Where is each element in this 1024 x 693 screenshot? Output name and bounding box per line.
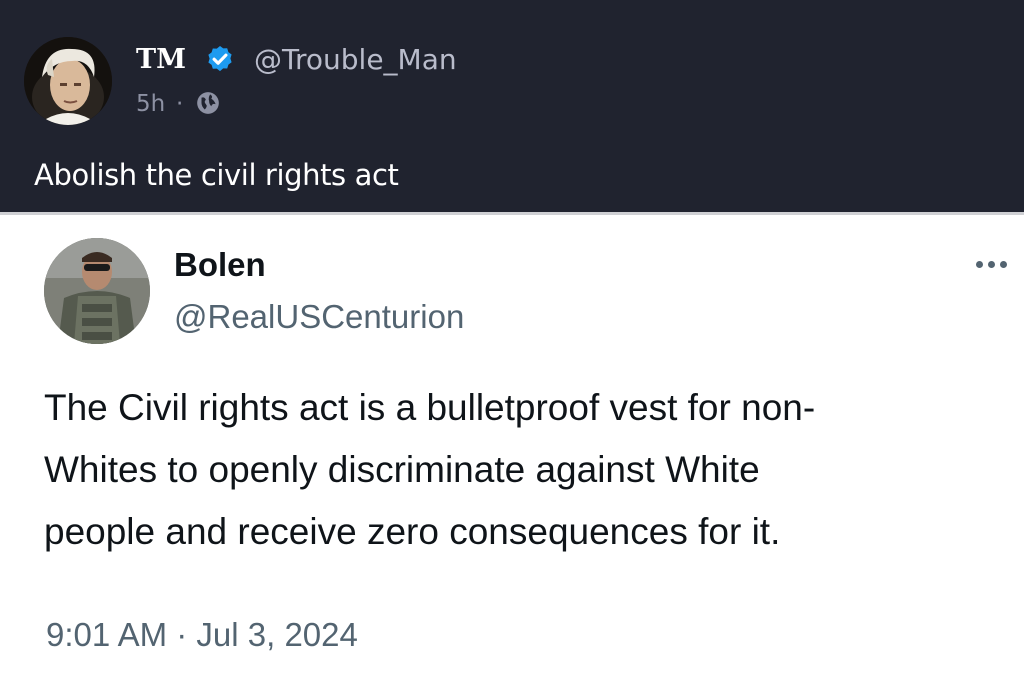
avatar-photo xyxy=(44,238,150,344)
screenshot-frame: TM @Trouble_Man 5h · Abolish the civil r… xyxy=(0,0,1024,693)
avatar[interactable] xyxy=(24,37,112,125)
author-handle[interactable]: @RealUSCenturion xyxy=(174,297,464,337)
author-name[interactable]: Bolen xyxy=(174,245,266,285)
author-name[interactable]: TM xyxy=(136,42,186,78)
tweet-text: The Civil rights act is a bulletproof ve… xyxy=(44,377,1004,563)
tweet-text-line: The Civil rights act is a bulletproof ve… xyxy=(44,387,816,428)
meta-separator: · xyxy=(176,91,184,117)
outer-post: TM @Trouble_Man 5h · Abolish the civil r… xyxy=(0,0,1024,212)
author-handle[interactable]: @Trouble_Man xyxy=(254,42,457,78)
quoted-tweet-card[interactable]: Bolen @RealUSCenturion The Civil rights … xyxy=(0,212,1024,693)
globe-icon xyxy=(197,92,219,114)
verified-badge-icon xyxy=(208,46,232,72)
tweet-text-line: people and receive zero consequences for… xyxy=(44,511,781,552)
avatar-portrait xyxy=(24,37,112,125)
post-text: Abolish the civil rights act xyxy=(34,158,399,192)
avatar[interactable] xyxy=(44,238,150,344)
tweet-timestamp[interactable]: 9:01 AM · Jul 3, 2024 xyxy=(46,615,358,655)
tweet-text-line: Whites to openly discriminate against Wh… xyxy=(44,449,760,490)
more-options-icon[interactable] xyxy=(970,253,1014,277)
post-age[interactable]: 5h xyxy=(136,90,165,118)
